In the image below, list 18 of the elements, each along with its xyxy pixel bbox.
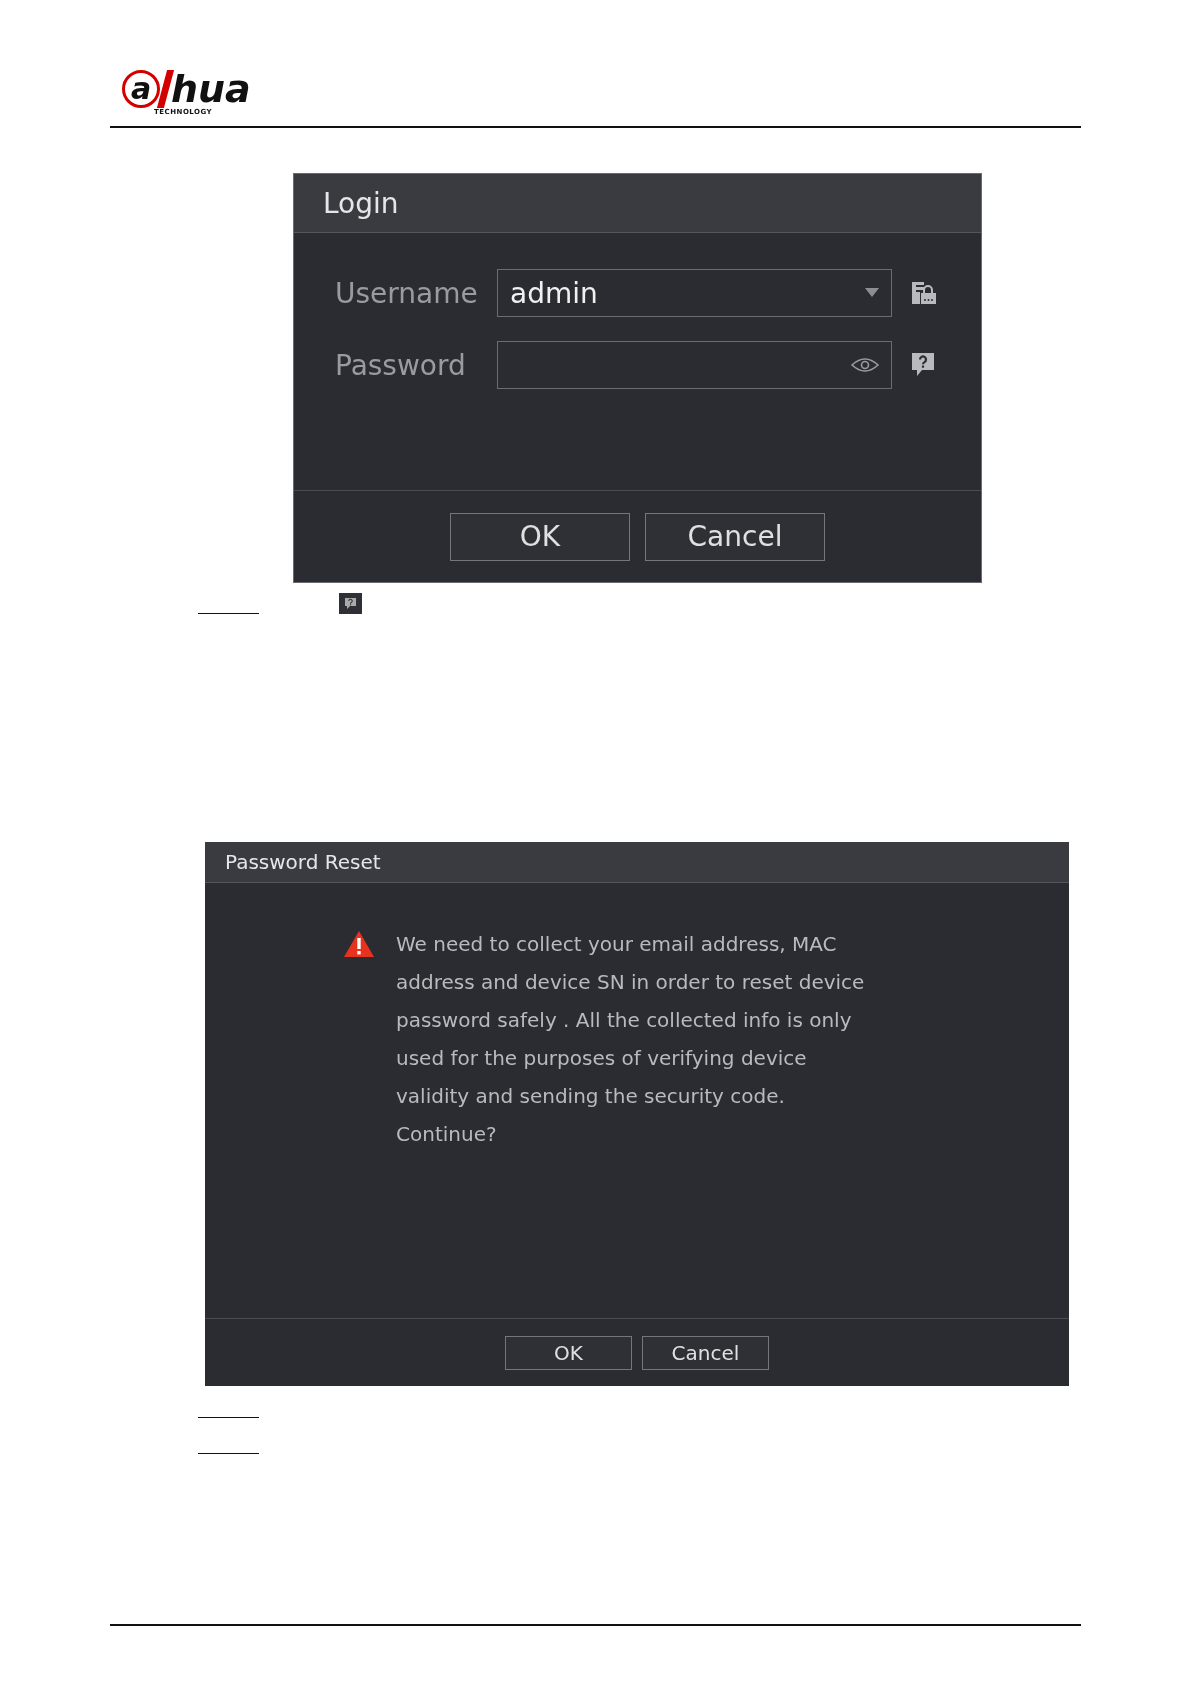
help-icon[interactable]	[912, 353, 934, 377]
cancel-button[interactable]: Cancel	[642, 1335, 769, 1370]
warning-icon	[344, 931, 374, 957]
dialog-title: Password Reset	[225, 850, 381, 874]
field-label: Username	[335, 276, 479, 310]
field-label: Password	[335, 348, 467, 382]
caret-icon[interactable]	[865, 288, 879, 298]
ok-button[interactable]: OK	[505, 1335, 632, 1370]
ok-button[interactable]: OK	[450, 512, 630, 561]
eye-icon[interactable]	[851, 357, 879, 373]
password-field[interactable]	[497, 341, 892, 389]
help-icon	[339, 593, 362, 614]
username-dropdown[interactable]: admin	[497, 269, 892, 317]
user-lock-icon[interactable]	[912, 282, 936, 304]
dialog-title: Login	[323, 186, 399, 220]
cancel-button[interactable]: Cancel	[645, 512, 825, 561]
warning-message: We need to collect your email address, MAC address and device SN in order to reset device password safely . All the collected info is only used for the purposes of verifying device validity and sending the security code. Continue?	[396, 931, 865, 1148]
logo-text: hua	[171, 70, 251, 108]
